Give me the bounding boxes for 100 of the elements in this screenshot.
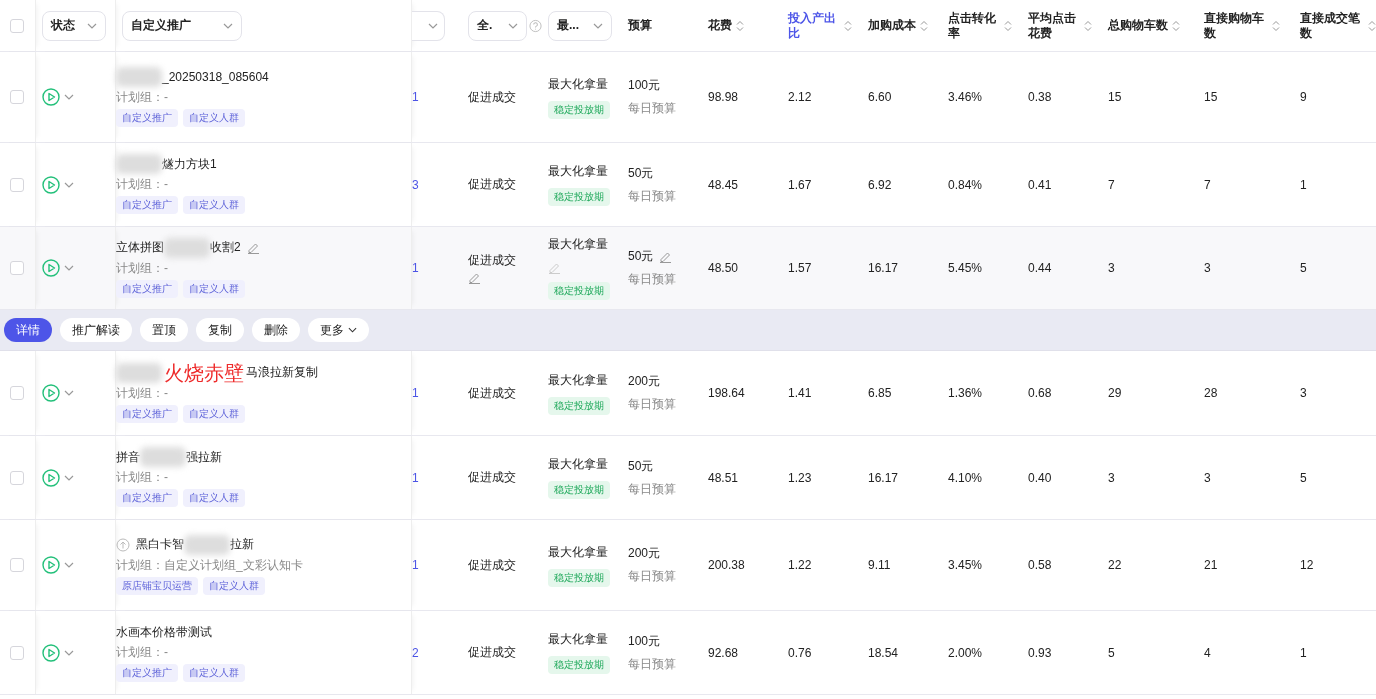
play-icon[interactable] bbox=[42, 88, 60, 106]
campaign-name[interactable]: _20250318_085604 bbox=[162, 69, 269, 84]
sort-icon[interactable] bbox=[1084, 19, 1092, 32]
plan-group: 计划组：- bbox=[116, 176, 168, 193]
campaign-name[interactable]: 黑白卡智 bbox=[136, 536, 184, 553]
column-header[interactable]: 加购成本 bbox=[868, 18, 916, 33]
row-checkbox[interactable] bbox=[10, 386, 24, 400]
table-cell: 7 bbox=[1204, 177, 1211, 192]
filter-dropdown[interactable] bbox=[412, 10, 445, 41]
edit-icon[interactable] bbox=[468, 271, 481, 284]
table-cell: 15 bbox=[1108, 90, 1122, 104]
filter-dropdown[interactable]: 自定义推广 bbox=[122, 10, 242, 41]
row-checkbox[interactable] bbox=[10, 90, 24, 104]
sort-icon[interactable] bbox=[736, 19, 744, 32]
caret-icon[interactable] bbox=[64, 562, 74, 568]
table-cell: 9 bbox=[1300, 90, 1307, 104]
campaign-name[interactable]: 立体拼图 bbox=[116, 239, 164, 256]
sort-icon[interactable] bbox=[844, 19, 852, 32]
row-checkbox[interactable] bbox=[10, 470, 24, 485]
help-icon[interactable] bbox=[528, 18, 542, 33]
column-header[interactable]: 投入产出比 bbox=[788, 10, 840, 41]
caret-icon[interactable] bbox=[64, 474, 74, 481]
table-cell: 1.41 bbox=[788, 386, 812, 400]
sort-icon[interactable] bbox=[1368, 19, 1376, 32]
status-badge: 稳定投放期 bbox=[548, 656, 610, 674]
campaign-name[interactable]: 马浪拉新复制 bbox=[246, 364, 318, 381]
tag: 自定义推广 bbox=[116, 489, 178, 507]
caret-icon[interactable] bbox=[223, 22, 233, 29]
status-badge: 稳定投放期 bbox=[548, 282, 610, 300]
filter-dropdown[interactable]: 状态 bbox=[42, 10, 106, 41]
tag: 自定义推广 bbox=[116, 404, 178, 423]
action-button[interactable]: 置顶 bbox=[140, 318, 188, 342]
table-cell: 50元 bbox=[628, 457, 654, 475]
sort-icon[interactable] bbox=[1004, 19, 1012, 32]
caret-icon[interactable] bbox=[593, 22, 603, 29]
caret-icon[interactable] bbox=[64, 649, 74, 656]
table-cell: 3 bbox=[1108, 261, 1115, 275]
table-cell: 2 bbox=[412, 645, 419, 660]
row-checkbox[interactable] bbox=[10, 558, 24, 572]
caret-icon[interactable] bbox=[428, 22, 438, 29]
play-icon[interactable] bbox=[42, 175, 60, 194]
sort-icon[interactable] bbox=[1272, 19, 1280, 32]
tag: 自定义人群 bbox=[183, 279, 245, 298]
table-cell: 198.64 bbox=[708, 386, 745, 400]
action-button[interactable]: 更多 bbox=[308, 318, 369, 342]
campaign-name[interactable]: 燧力方块1 bbox=[162, 155, 217, 173]
column-header[interactable]: 直接成交笔数 bbox=[1300, 10, 1364, 41]
caret-icon[interactable] bbox=[64, 390, 74, 396]
sort-icon[interactable] bbox=[1172, 19, 1180, 32]
table-cell: 最大化拿量 bbox=[548, 163, 608, 180]
table-cell: 1.23 bbox=[788, 470, 812, 485]
select-all-checkbox[interactable] bbox=[10, 18, 24, 33]
campaign-name[interactable]: 拉新 bbox=[230, 536, 254, 553]
column-header[interactable]: 平均点击花费 bbox=[1028, 10, 1080, 41]
table-cell: 6.60 bbox=[868, 90, 892, 104]
action-button[interactable]: 删除 bbox=[252, 318, 300, 342]
edit-icon[interactable] bbox=[659, 250, 673, 263]
play-icon[interactable] bbox=[42, 556, 60, 574]
column-header[interactable]: 直接购物车数 bbox=[1204, 10, 1268, 41]
table-row-highlight[interactable]: 立体拼图 收割2 计划组：- 自定义推广 自定义人群 1 促进成交 最大化拿量 稳定投放期 50元 每日预算 48.50 1.57 16.17 5.45% 0.44 3 3 5 bbox=[0, 227, 1376, 310]
caret-icon[interactable] bbox=[507, 22, 518, 29]
table-cell: 0.40 bbox=[1028, 470, 1052, 485]
campaign-name[interactable]: 拼音 bbox=[116, 448, 140, 466]
column-header[interactable]: 花费 bbox=[708, 18, 732, 33]
redacted-block bbox=[116, 66, 162, 87]
table-cell: 9.11 bbox=[868, 558, 891, 572]
caret-icon[interactable] bbox=[64, 94, 74, 100]
table-cell: 每日预算 bbox=[628, 187, 676, 205]
edit-icon[interactable] bbox=[548, 261, 561, 274]
action-button[interactable]: 推广解读 bbox=[60, 318, 132, 342]
table-cell: 3 bbox=[1108, 470, 1115, 485]
row-checkbox[interactable] bbox=[10, 645, 24, 660]
play-icon[interactable] bbox=[42, 643, 60, 662]
filter-dropdown[interactable]: 全. bbox=[468, 10, 527, 41]
campaign-name[interactable]: 收割2 bbox=[210, 239, 241, 256]
row-checkbox[interactable] bbox=[10, 261, 24, 275]
action-button[interactable]: 复制 bbox=[196, 318, 244, 342]
caret-icon[interactable] bbox=[87, 22, 97, 29]
table-cell: 29 bbox=[1108, 386, 1122, 400]
table-cell: 3 bbox=[1300, 386, 1307, 400]
table-cell: 0.93 bbox=[1028, 645, 1052, 660]
action-button[interactable]: 详情 bbox=[4, 318, 52, 342]
play-icon[interactable] bbox=[42, 468, 60, 487]
caret-icon[interactable] bbox=[64, 181, 74, 188]
column-header[interactable]: 总购物车数 bbox=[1108, 18, 1168, 33]
status-badge: 稳定投放期 bbox=[548, 568, 610, 587]
filter-dropdown[interactable]: 最... bbox=[548, 10, 612, 41]
table-cell: 每日预算 bbox=[628, 271, 676, 288]
table-cell: 200.38 bbox=[708, 558, 745, 572]
row-checkbox[interactable] bbox=[10, 177, 24, 192]
play-icon[interactable] bbox=[42, 384, 60, 402]
table-cell: 每日预算 bbox=[628, 100, 676, 117]
column-header[interactable]: 点击转化率 bbox=[948, 10, 1000, 41]
caret-icon[interactable] bbox=[64, 265, 74, 271]
campaign-name[interactable]: 强拉新 bbox=[186, 448, 222, 466]
play-icon[interactable] bbox=[42, 259, 60, 277]
sort-icon[interactable] bbox=[920, 19, 928, 32]
edit-icon[interactable] bbox=[246, 241, 260, 254]
table-cell: 1.67 bbox=[788, 177, 812, 192]
campaign-name[interactable]: 水画本价格带测试 bbox=[116, 623, 212, 641]
